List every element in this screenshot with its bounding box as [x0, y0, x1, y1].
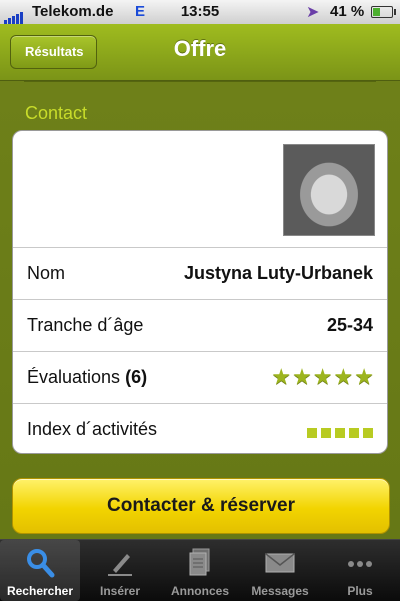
activity-square-icon — [349, 428, 359, 438]
activity-square-icon — [363, 428, 373, 438]
tab-annonces[interactable]: Annonces — [160, 540, 240, 601]
status-bar: Telekom.de E 13:55 ➤ 41 % — [0, 0, 400, 24]
tab-label: Messages — [251, 584, 309, 598]
navigation-bar: Résultats Offre — [0, 24, 400, 81]
contact-book-button[interactable]: Contacter & réserver — [12, 478, 390, 534]
tab-label: Annonces — [170, 584, 229, 598]
photo-row — [13, 131, 387, 248]
battery-icon — [371, 6, 396, 18]
ratings-count: (6) — [125, 367, 148, 387]
tab-inserer[interactable]: Insérer — [80, 540, 160, 601]
more-icon — [348, 561, 372, 567]
ratings-row[interactable]: Évaluations (6) ★★★★★ — [13, 352, 387, 404]
tab-rechercher[interactable]: Rechercher — [0, 540, 80, 601]
star-rating: ★★★★★ — [271, 364, 375, 390]
tab-plus[interactable]: Plus — [320, 540, 400, 601]
name-value: Justyna Luty-Urbanek — [183, 263, 373, 283]
name-label: Nom — [27, 263, 66, 283]
star-icon: ★ — [354, 364, 375, 389]
activity-index-indicator — [303, 422, 373, 443]
pencil-icon — [108, 554, 132, 576]
age-value: 25-34 — [326, 315, 373, 335]
tab-label: Insérer — [99, 584, 141, 598]
tab-label: Plus — [347, 584, 373, 598]
ratings-label-group: Évaluations (6) — [27, 367, 147, 388]
activity-label: Index d´activités — [27, 419, 158, 439]
profile-photo[interactable] — [283, 144, 375, 236]
star-icon: ★ — [271, 364, 293, 389]
section-title: Contact — [25, 103, 88, 123]
tab-label: Rechercher — [6, 584, 74, 598]
activity-square-icon — [335, 428, 345, 438]
star-icon: ★ — [333, 364, 355, 389]
star-icon: ★ — [292, 364, 313, 389]
location-arrow-icon: ➤ — [306, 4, 320, 21]
activity-square-icon — [307, 428, 317, 438]
page-title: Offre — [173, 36, 227, 61]
ratings-label: Évaluations — [27, 367, 121, 387]
activity-square-icon — [321, 428, 331, 438]
age-row: Tranche d´âge 25-34 — [13, 300, 387, 352]
name-row: Nom Justyna Luty-Urbanek — [13, 248, 387, 300]
star-icon: ★ — [312, 364, 334, 389]
tab-bar: Rechercher Insérer Annonces Messages Plu… — [0, 539, 400, 601]
content-area: Contact Nom Justyna Luty-Urbanek Tranche… — [0, 81, 400, 539]
contact-card: Nom Justyna Luty-Urbanek Tranche d´âge 2… — [12, 130, 388, 454]
age-label: Tranche d´âge — [27, 315, 144, 335]
battery-percentage: 41 % — [330, 3, 365, 20]
tab-messages[interactable]: Messages — [240, 540, 320, 601]
envelope-icon — [265, 553, 295, 573]
search-icon — [27, 549, 55, 578]
documents-icon — [189, 548, 210, 576]
divider — [24, 81, 376, 82]
activity-row: Index d´activités — [13, 404, 387, 453]
